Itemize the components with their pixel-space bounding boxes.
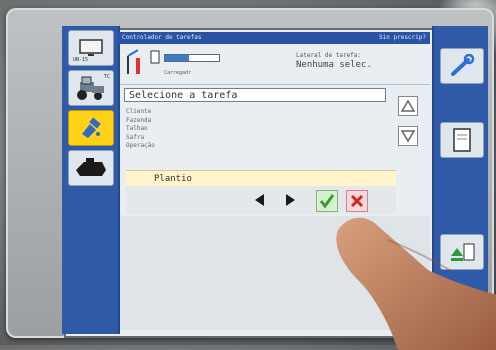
title-bar-left: Controlador de tarefas (122, 34, 202, 41)
task-select-field[interactable]: Selecione a tarefa (124, 88, 386, 102)
list-item-label: Plantio (154, 174, 192, 184)
satellite-icon (82, 117, 101, 138)
left-panel: UN-15 TC (62, 26, 120, 334)
triangle-down-icon (400, 130, 416, 143)
finger-hand (336, 217, 496, 350)
triangle-left-icon (255, 194, 264, 206)
sub-label: Carregadr (164, 70, 192, 76)
document-button[interactable] (440, 122, 484, 158)
field-label: Cliente (126, 108, 152, 115)
planter-icon (76, 158, 106, 176)
planter-button[interactable] (68, 150, 114, 186)
previous-button[interactable] (250, 190, 270, 210)
field-label: Operação (126, 142, 155, 149)
task-header: Carregadr Lateral de tarefa: Nenhuma sel… (120, 46, 430, 84)
triangle-up-icon (400, 99, 416, 112)
monitor-caption: UN-15 (73, 57, 89, 63)
scroll-up-button[interactable] (398, 96, 418, 116)
field-label: Fazenda (126, 116, 152, 124)
tractor-button[interactable]: TC (68, 70, 114, 106)
satellite-button[interactable] (68, 110, 114, 146)
document-icon (453, 128, 471, 152)
list-item[interactable]: Plantio (126, 170, 396, 187)
divider (120, 84, 430, 85)
scroll-down-button[interactable] (398, 126, 418, 146)
monitor-button[interactable]: UN-15 (68, 30, 114, 66)
triangle-right-icon (286, 194, 295, 206)
title-bar-right: Sin prescrip? (379, 34, 426, 41)
wrench-icon (451, 54, 475, 76)
monitor-icon (79, 39, 103, 56)
bin-icon (150, 50, 160, 64)
task-status-label: Lateral de tarefa: (296, 52, 362, 59)
task-fields: Cliente Fazenda Talhao Safra Operação (126, 108, 155, 151)
wrench-button[interactable] (440, 48, 484, 84)
tractor-caption: TC (103, 74, 110, 80)
task-status-value: Nenhuma selec. (296, 60, 372, 70)
title-bar: Controlador de tarefas Sin prescrip? (118, 32, 430, 44)
next-button[interactable] (280, 190, 300, 210)
antenna-icon (127, 49, 140, 74)
field-label: Talhao (126, 125, 148, 132)
level-bar (164, 54, 220, 62)
field-label: Safra (126, 133, 145, 141)
